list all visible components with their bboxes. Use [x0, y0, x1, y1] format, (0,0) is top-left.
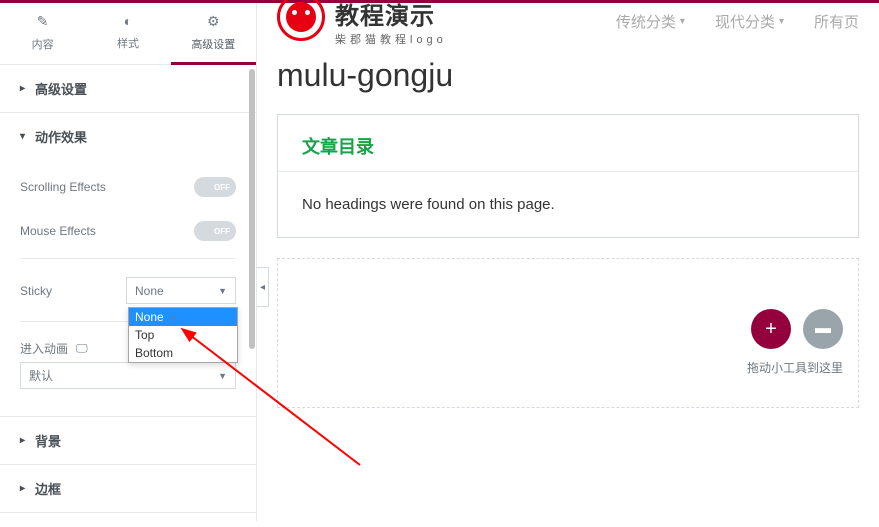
section-motion-effects: ▾ 动作效果 Scrolling Effects OFF Mouse Effec… — [0, 113, 256, 417]
chevron-down-icon: ▾ — [779, 16, 784, 27]
tab-advanced[interactable]: ⚙ 高级设置 — [171, 3, 256, 64]
logo-area: 教程演示 柴郡猫教程logo — [277, 0, 447, 47]
page-title: mulu-gongju — [257, 39, 879, 104]
sticky-value: None — [135, 284, 164, 298]
scrolling-effects-label: Scrolling Effects — [20, 180, 106, 194]
chevron-left-icon: ◂ — [260, 282, 265, 293]
sticky-dropdown: None Top Bottom — [128, 307, 238, 363]
toggle-off-text: OFF — [214, 183, 230, 192]
logo-icon — [277, 0, 325, 41]
nav-traditional[interactable]: 传统分类 ▾ — [616, 11, 685, 32]
entrance-label-row: 进入动画 🖵 — [20, 340, 88, 357]
entrance-value: 默认 — [29, 367, 53, 384]
tabs: ✎ 内容 ◐ 样式 ⚙ 高级设置 — [0, 3, 256, 65]
sidebar-collapse-handle[interactable]: ◂ — [257, 267, 269, 307]
panel-content: ▸ 高级设置 ▾ 动作效果 Scrolling Effects OFF Mous… — [0, 65, 256, 527]
nav-label: 现代分类 — [715, 11, 775, 32]
logo-text: 教程演示 柴郡猫教程logo — [335, 0, 447, 47]
section-header-motion[interactable]: ▾ 动作效果 — [0, 113, 256, 160]
section-header-advanced[interactable]: ▸ 高级设置 — [0, 65, 256, 112]
section-border: ▸ 边框 — [0, 465, 256, 513]
toc-widget[interactable]: 文章目录 No headings were found on this page… — [277, 114, 859, 238]
section-title: 边框 — [35, 479, 61, 498]
mouse-effects-toggle[interactable]: OFF — [194, 221, 236, 241]
chevron-right-icon: ▸ — [20, 435, 25, 446]
section-background: ▸ 背景 — [0, 417, 256, 465]
section-title: 高级设置 — [35, 79, 87, 98]
section-header-border[interactable]: ▸ 边框 — [0, 465, 256, 512]
site-header: 教程演示 柴郡猫教程logo 传统分类 ▾ 现代分类 ▾ 所有页 — [257, 3, 879, 39]
control-mouse-effects: Mouse Effects OFF — [20, 209, 236, 253]
fab-row: + ▬ — [751, 309, 843, 349]
sticky-label: Sticky — [20, 284, 52, 298]
add-widget-button[interactable]: + — [751, 309, 791, 349]
nav-label: 传统分类 — [616, 11, 676, 32]
gear-icon: ⚙ — [171, 13, 256, 30]
toc-empty-message: No headings were found on this page. — [278, 172, 858, 237]
chevron-right-icon: ▸ — [20, 83, 25, 94]
plus-icon: + — [765, 318, 777, 341]
editor-sidebar: ✎ 内容 ◐ 样式 ⚙ 高级设置 ▸ 高级设置 ▾ 动作效果 Scrol — [0, 3, 257, 521]
section-header-background[interactable]: ▸ 背景 — [0, 417, 256, 464]
drop-hint: 拖动小工具到这里 — [747, 359, 843, 376]
nav-label: 所有页 — [814, 11, 859, 32]
section-advanced-settings: ▸ 高级设置 — [0, 65, 256, 113]
tab-content[interactable]: ✎ 内容 — [0, 3, 85, 64]
scrollbar-thumb[interactable] — [249, 69, 255, 349]
desktop-icon[interactable]: 🖵 — [76, 341, 88, 356]
scrolling-effects-toggle[interactable]: OFF — [194, 177, 236, 197]
nav-all[interactable]: 所有页 — [814, 11, 859, 32]
tab-style[interactable]: ◐ 样式 — [85, 3, 170, 64]
motion-controls: Scrolling Effects OFF Mouse Effects OFF … — [0, 160, 256, 416]
section-title: 背景 — [35, 431, 61, 450]
mouse-effects-label: Mouse Effects — [20, 224, 96, 238]
folder-button[interactable]: ▬ — [803, 309, 843, 349]
chevron-down-icon: ▾ — [680, 16, 685, 27]
widget-drop-zone[interactable]: + ▬ 拖动小工具到这里 — [277, 258, 859, 408]
logo-title: 教程演示 — [335, 0, 447, 31]
control-scrolling-effects: Scrolling Effects OFF — [20, 165, 236, 209]
logo-face-icon — [286, 2, 316, 32]
contrast-icon: ◐ — [85, 13, 170, 29]
tab-content-label: 内容 — [32, 39, 54, 51]
pencil-icon: ✎ — [0, 13, 85, 30]
dropdown-option-bottom[interactable]: Bottom — [129, 344, 237, 362]
nav-modern[interactable]: 现代分类 ▾ — [715, 11, 784, 32]
chevron-down-icon: ▼ — [218, 371, 227, 381]
chevron-down-icon: ▾ — [20, 131, 25, 142]
chevron-down-icon: ▼ — [218, 286, 227, 296]
entrance-label: 进入动画 — [20, 340, 68, 357]
entrance-select[interactable]: 默认 ▼ — [20, 362, 236, 389]
main-canvas: 教程演示 柴郡猫教程logo 传统分类 ▾ 现代分类 ▾ 所有页 mulu-go… — [257, 3, 879, 521]
nav: 传统分类 ▾ 现代分类 ▾ 所有页 — [616, 11, 859, 32]
scrollbar[interactable] — [248, 59, 256, 521]
dropdown-option-none[interactable]: None — [129, 308, 237, 326]
toc-title: 文章目录 — [278, 115, 858, 171]
toggle-off-text: OFF — [214, 227, 230, 236]
sticky-select[interactable]: None ▼ — [126, 277, 236, 304]
tab-advanced-label: 高级设置 — [191, 39, 235, 51]
section-title: 动作效果 — [35, 127, 87, 146]
tab-style-label: 样式 — [117, 38, 139, 50]
logo-subtitle: 柴郡猫教程logo — [335, 31, 447, 47]
dropdown-option-top[interactable]: Top — [129, 326, 237, 344]
chevron-right-icon: ▸ — [20, 483, 25, 494]
folder-icon: ▬ — [815, 320, 831, 338]
